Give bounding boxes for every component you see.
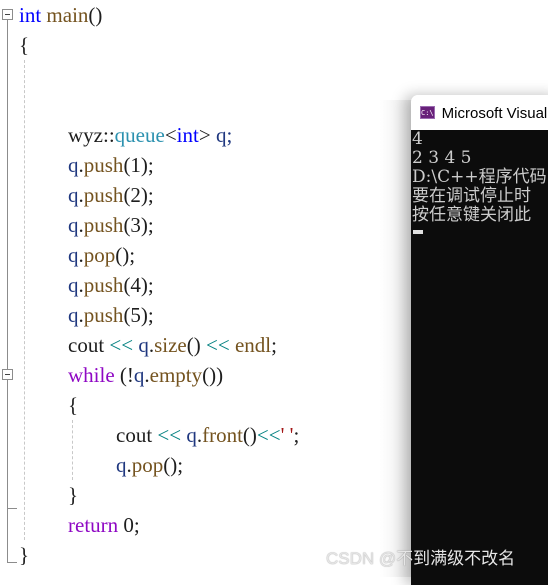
- console-line: 按任意键关闭此: [412, 206, 548, 225]
- console-line: 4: [412, 130, 548, 149]
- code-line[interactable]: return 0;: [68, 510, 140, 540]
- code-token: q: [68, 303, 79, 327]
- code-token: ' ': [281, 423, 294, 447]
- code-token: wyz: [68, 123, 103, 147]
- code-token: q: [68, 183, 79, 207]
- code-token: front: [202, 423, 243, 447]
- code-token: ();: [115, 243, 135, 267]
- code-token: size: [154, 333, 187, 357]
- console-cursor: [413, 230, 423, 234]
- code-token: ;: [271, 333, 277, 357]
- code-token: 0;: [118, 513, 140, 537]
- code-token: }: [19, 543, 29, 567]
- code-token: queue: [115, 123, 165, 147]
- code-token: int: [177, 123, 199, 147]
- code-token: <: [165, 123, 177, 147]
- code-token: ;: [293, 423, 299, 447]
- code-token: q: [68, 243, 79, 267]
- code-token: q: [116, 453, 127, 477]
- console-line: 2 3 4 5: [412, 149, 548, 168]
- fold-end-while: [7, 508, 17, 509]
- code-line[interactable]: q.push(4);: [68, 270, 154, 300]
- code-line[interactable]: q.push(3);: [68, 210, 154, 240]
- code-token: push: [84, 213, 124, 237]
- code-token: (): [88, 3, 102, 27]
- code-token: empty: [150, 363, 203, 387]
- console-line: 要在调试停止时: [412, 187, 548, 206]
- code-token: (2);: [123, 183, 153, 207]
- code-token: ()): [202, 363, 223, 387]
- code-line[interactable]: wyz::queue<int> q;: [68, 120, 232, 150]
- code-line[interactable]: }: [68, 480, 78, 510]
- code-line[interactable]: while (!q.empty()): [68, 360, 223, 390]
- debug-console-window[interactable]: C:\ Microsoft Visual Studio 调试控制台 4 2 3 …: [411, 95, 548, 585]
- code-token: endl: [235, 333, 271, 357]
- code-token: return: [68, 513, 118, 537]
- code-token: <<: [257, 423, 281, 447]
- fold-line-main: [7, 20, 8, 562]
- code-token: q: [186, 423, 197, 447]
- console-output[interactable]: 4 2 3 4 5 D:\C++程序代码 要在调试停止时 按任意键关闭此: [411, 130, 548, 585]
- csdn-watermark: CSDN @不到满级不改名: [326, 544, 515, 569]
- code-token: cout: [68, 333, 104, 357]
- code-token: q: [68, 153, 79, 177]
- console-title: Microsoft Visual Studio 调试控制台: [442, 102, 548, 123]
- code-token: ::: [103, 123, 115, 147]
- code-token: push: [84, 183, 124, 207]
- indent-guide-while: [72, 420, 73, 480]
- code-token: cout: [116, 423, 152, 447]
- code-line[interactable]: }: [19, 540, 29, 570]
- fold-end-main: [7, 562, 17, 563]
- code-token: (): [243, 423, 257, 447]
- code-line[interactable]: q.push(2);: [68, 180, 154, 210]
- code-token: ();: [163, 453, 183, 477]
- code-token: {: [19, 33, 29, 57]
- code-line[interactable]: cout << q.size() << endl;: [68, 330, 277, 360]
- code-line[interactable]: q.pop();: [68, 240, 135, 270]
- code-token: <<: [104, 333, 138, 357]
- indent-guide-main: [24, 60, 25, 540]
- code-token: (4);: [123, 273, 153, 297]
- console-app-icon: C:\: [420, 106, 435, 119]
- code-token: pop: [132, 453, 164, 477]
- code-line[interactable]: q.pop();: [116, 450, 183, 480]
- code-token: while: [68, 363, 115, 387]
- code-token: (1);: [123, 153, 153, 177]
- code-line[interactable]: q.push(1);: [68, 150, 154, 180]
- code-token: main: [46, 3, 88, 27]
- code-token: q: [138, 333, 149, 357]
- console-titlebar[interactable]: C:\ Microsoft Visual Studio 调试控制台: [411, 95, 548, 130]
- code-line[interactable]: int main(): [19, 0, 102, 30]
- code-token: q;: [211, 123, 233, 147]
- code-line[interactable]: {: [19, 30, 29, 60]
- code-token: <<: [152, 423, 186, 447]
- console-line: D:\C++程序代码: [412, 168, 548, 187]
- collapse-main-icon[interactable]: [2, 9, 13, 20]
- code-token: q: [134, 363, 145, 387]
- code-line[interactable]: cout << q.front()<<' ';: [116, 420, 299, 450]
- code-token: (!: [115, 363, 134, 387]
- code-token: int: [19, 3, 41, 27]
- code-token: pop: [84, 243, 116, 267]
- code-token: push: [84, 153, 124, 177]
- code-token: <<: [201, 333, 235, 357]
- code-line[interactable]: {: [68, 390, 78, 420]
- code-token: }: [68, 483, 78, 507]
- collapse-while-icon[interactable]: [2, 369, 13, 380]
- code-token: push: [84, 273, 124, 297]
- code-token: (): [187, 333, 201, 357]
- code-token: push: [84, 303, 124, 327]
- code-token: (3);: [123, 213, 153, 237]
- code-token: q: [68, 273, 79, 297]
- code-token: q: [68, 213, 79, 237]
- code-line[interactable]: q.push(5);: [68, 300, 154, 330]
- code-token: (5);: [123, 303, 153, 327]
- code-token: {: [68, 393, 78, 417]
- code-token: >: [199, 123, 211, 147]
- window-shadow: [380, 100, 412, 577]
